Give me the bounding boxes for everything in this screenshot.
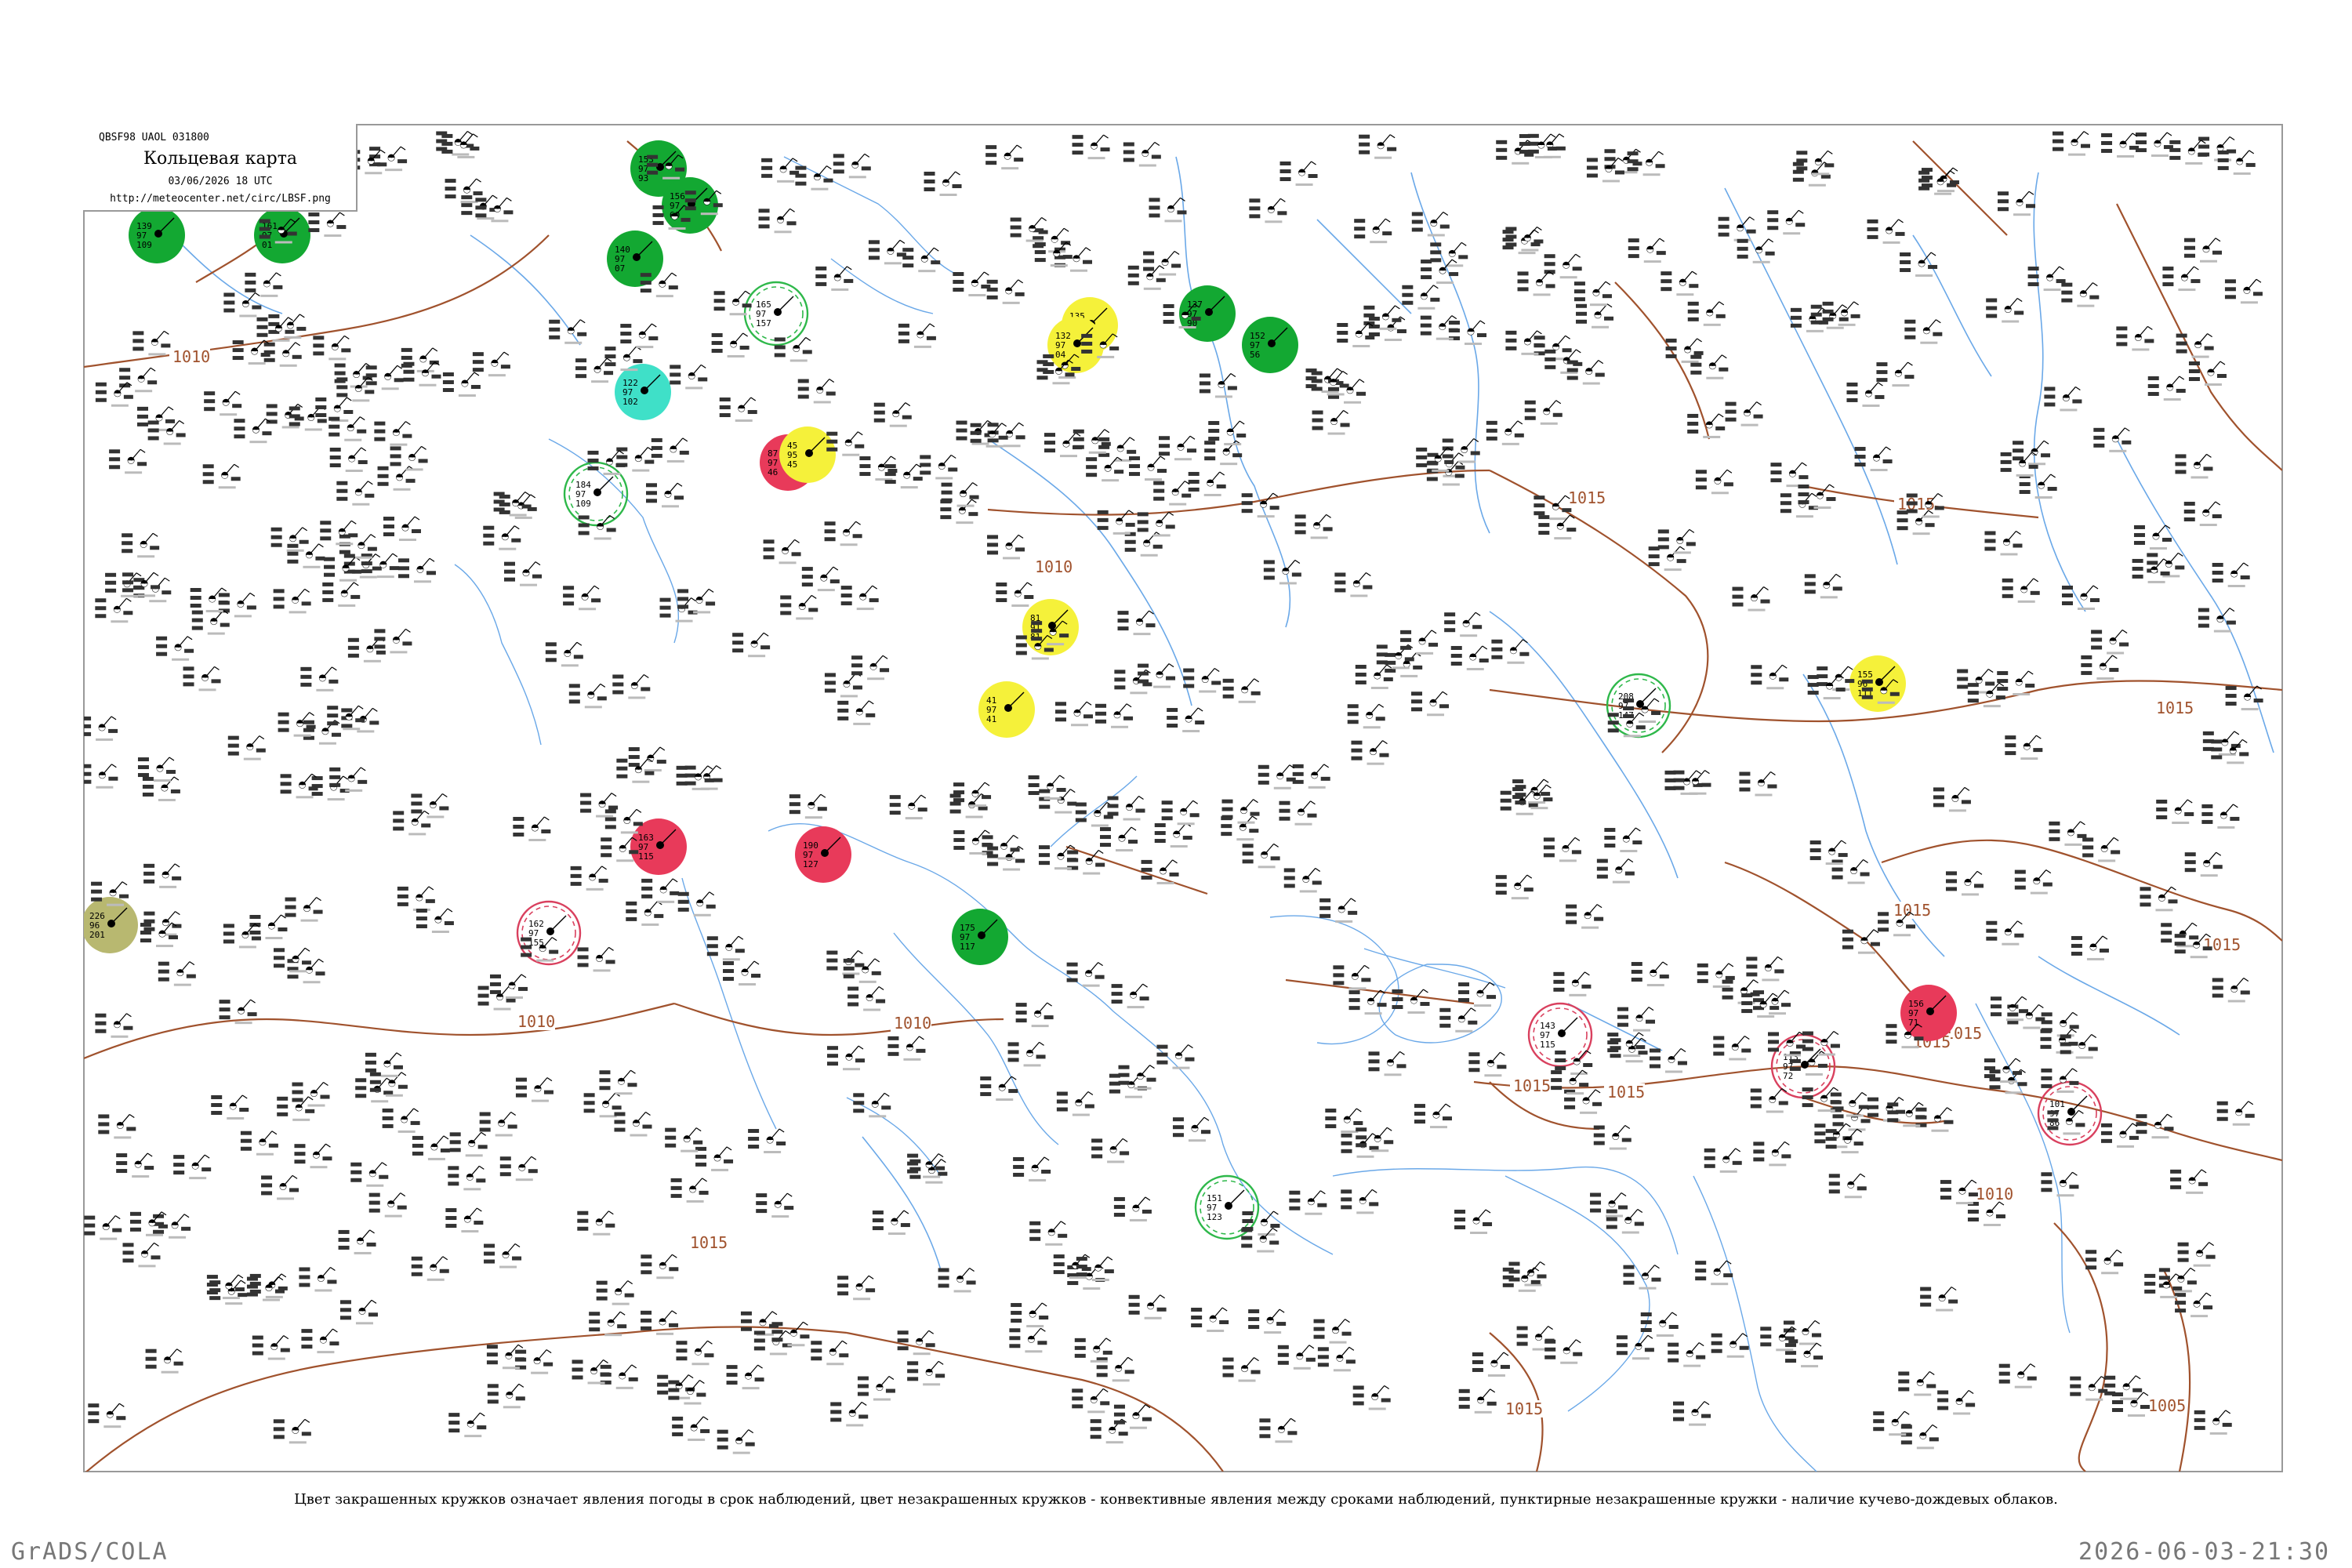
station-dew: 117 <box>960 942 975 952</box>
isobar <box>1285 978 1475 1005</box>
coastline <box>1504 1175 1650 1412</box>
background-station-plots <box>84 131 2263 1454</box>
station-dew: 93 <box>638 173 648 183</box>
weather-station-circle[interactable]: 19097127 <box>795 826 851 883</box>
isobar <box>2163 1269 2191 1472</box>
station-dew: 102 <box>622 397 638 407</box>
isobar <box>85 1326 848 1472</box>
station-dew: 115 <box>638 851 654 862</box>
isobar-label: 1015 <box>1513 1076 1551 1095</box>
weather-station-circle[interactable]: 12297102 <box>615 364 671 420</box>
map-url[interactable]: http://meteocenter.net/circ/LBSF.png <box>83 193 358 205</box>
river <box>2033 172 2086 612</box>
station-dew: 45 <box>787 459 797 470</box>
river <box>1912 234 1992 377</box>
map-title-box: QBSF98 UAOL 031800 Кольцевая карта 03/06… <box>83 124 358 212</box>
bulletin-code: QBSF98 UAOL 031800 <box>99 132 209 143</box>
river <box>1316 219 1412 314</box>
weather-station-circle[interactable]: 18497109 <box>563 461 629 527</box>
station-dew: 157 <box>756 318 771 328</box>
footer-timestamp: 2026-06-03-21:30 <box>2078 1538 2330 1566</box>
weather-station-circle[interactable]: 1529756 <box>1242 317 1298 373</box>
isobar <box>987 469 1490 516</box>
map-caption: Цвет закрашенных кружков означает явлени… <box>294 1491 2058 1508</box>
isobar-label: 1010 <box>517 1012 555 1031</box>
station-dew: 01 <box>262 240 272 250</box>
isobar-label: 1010 <box>172 347 210 366</box>
coastline <box>1332 1166 1679 1255</box>
weather-station-circle[interactable]: 17597117 <box>952 909 1008 965</box>
isobar-label: 1015 <box>1893 901 1931 920</box>
station-dew: 07 <box>615 263 625 274</box>
map-title: Кольцевая карта <box>143 149 297 169</box>
isobar <box>84 1002 675 1060</box>
isobar <box>1881 839 2282 942</box>
station-dew: 71 <box>1908 1018 1918 1028</box>
weather-station-circle[interactable]: 14397115 <box>1527 1002 1593 1068</box>
map-layers: 1010 1015 1015 1015 1010 1010 1015 1015 1015 1010… <box>84 125 2282 1472</box>
isobar-label: 1010 <box>894 1014 931 1033</box>
weather-station-circle[interactable]: 1569760 <box>662 177 718 234</box>
river <box>1489 611 1679 879</box>
station-dew: 109 <box>575 499 591 509</box>
weather-station-circle[interactable]: 419741 <box>978 681 1035 738</box>
coastline <box>768 823 1334 1255</box>
coastline <box>1378 964 1502 1044</box>
isobar <box>673 1002 1004 1036</box>
river <box>2116 438 2274 753</box>
isobar-label: 1005 <box>2148 1396 2186 1415</box>
isobar-label: 1015 <box>1505 1399 1543 1418</box>
weather-station-circle[interactable]: 16397115 <box>630 818 687 875</box>
weather-station-circle[interactable]: 819181 <box>1022 599 1079 655</box>
station-dew: 127 <box>803 859 818 869</box>
coastline <box>1693 1175 1817 1472</box>
station-dew: 109 <box>136 240 152 250</box>
weather-station-circle[interactable]: 1329704 <box>1047 317 1104 373</box>
isobar <box>1065 845 1208 895</box>
coastline <box>548 438 680 644</box>
weather-station-circle[interactable]: 16597157 <box>743 281 809 347</box>
weather-station-circle[interactable]: 1409707 <box>607 230 663 287</box>
station-dew: 201 <box>89 930 105 940</box>
river <box>2038 956 2180 1036</box>
isobar-label: 1015 <box>1568 488 1606 507</box>
river <box>470 234 581 346</box>
station-dew: 56 <box>1250 350 1260 360</box>
isobar-label: 1015 <box>1607 1083 1645 1102</box>
river <box>1175 156 1291 628</box>
isobar-label: 1015 <box>2156 699 2194 717</box>
isobar-label: 1010 <box>1976 1185 2013 1203</box>
isobar <box>1489 470 1709 753</box>
station-dew: 04 <box>1055 350 1066 360</box>
footer-software: GrADS/COLA <box>11 1538 169 1566</box>
weather-station-circle[interactable]: 13997109 <box>129 207 185 263</box>
map-canvas: 1010 1015 1015 1015 1010 1010 1015 1015 1015 1010… <box>84 125 2282 1472</box>
river <box>862 1136 942 1271</box>
isobar-label: 1010 <box>1035 557 1073 576</box>
station-dew: 115 <box>1540 1040 1555 1050</box>
station-dew: 123 <box>1207 1212 1222 1222</box>
isobar <box>846 1331 1224 1472</box>
station-dew: 72 <box>1783 1071 1793 1081</box>
coastline <box>454 564 542 746</box>
station-dew: 46 <box>768 467 778 477</box>
isobar-label: 1015 <box>2203 935 2241 954</box>
station-dew: 41 <box>986 714 996 724</box>
river <box>1410 172 1490 534</box>
isobar-label: 1015 <box>690 1233 728 1252</box>
coastline <box>1975 1003 2071 1334</box>
map-date: 03/06/2026 18 UTC <box>168 176 273 187</box>
